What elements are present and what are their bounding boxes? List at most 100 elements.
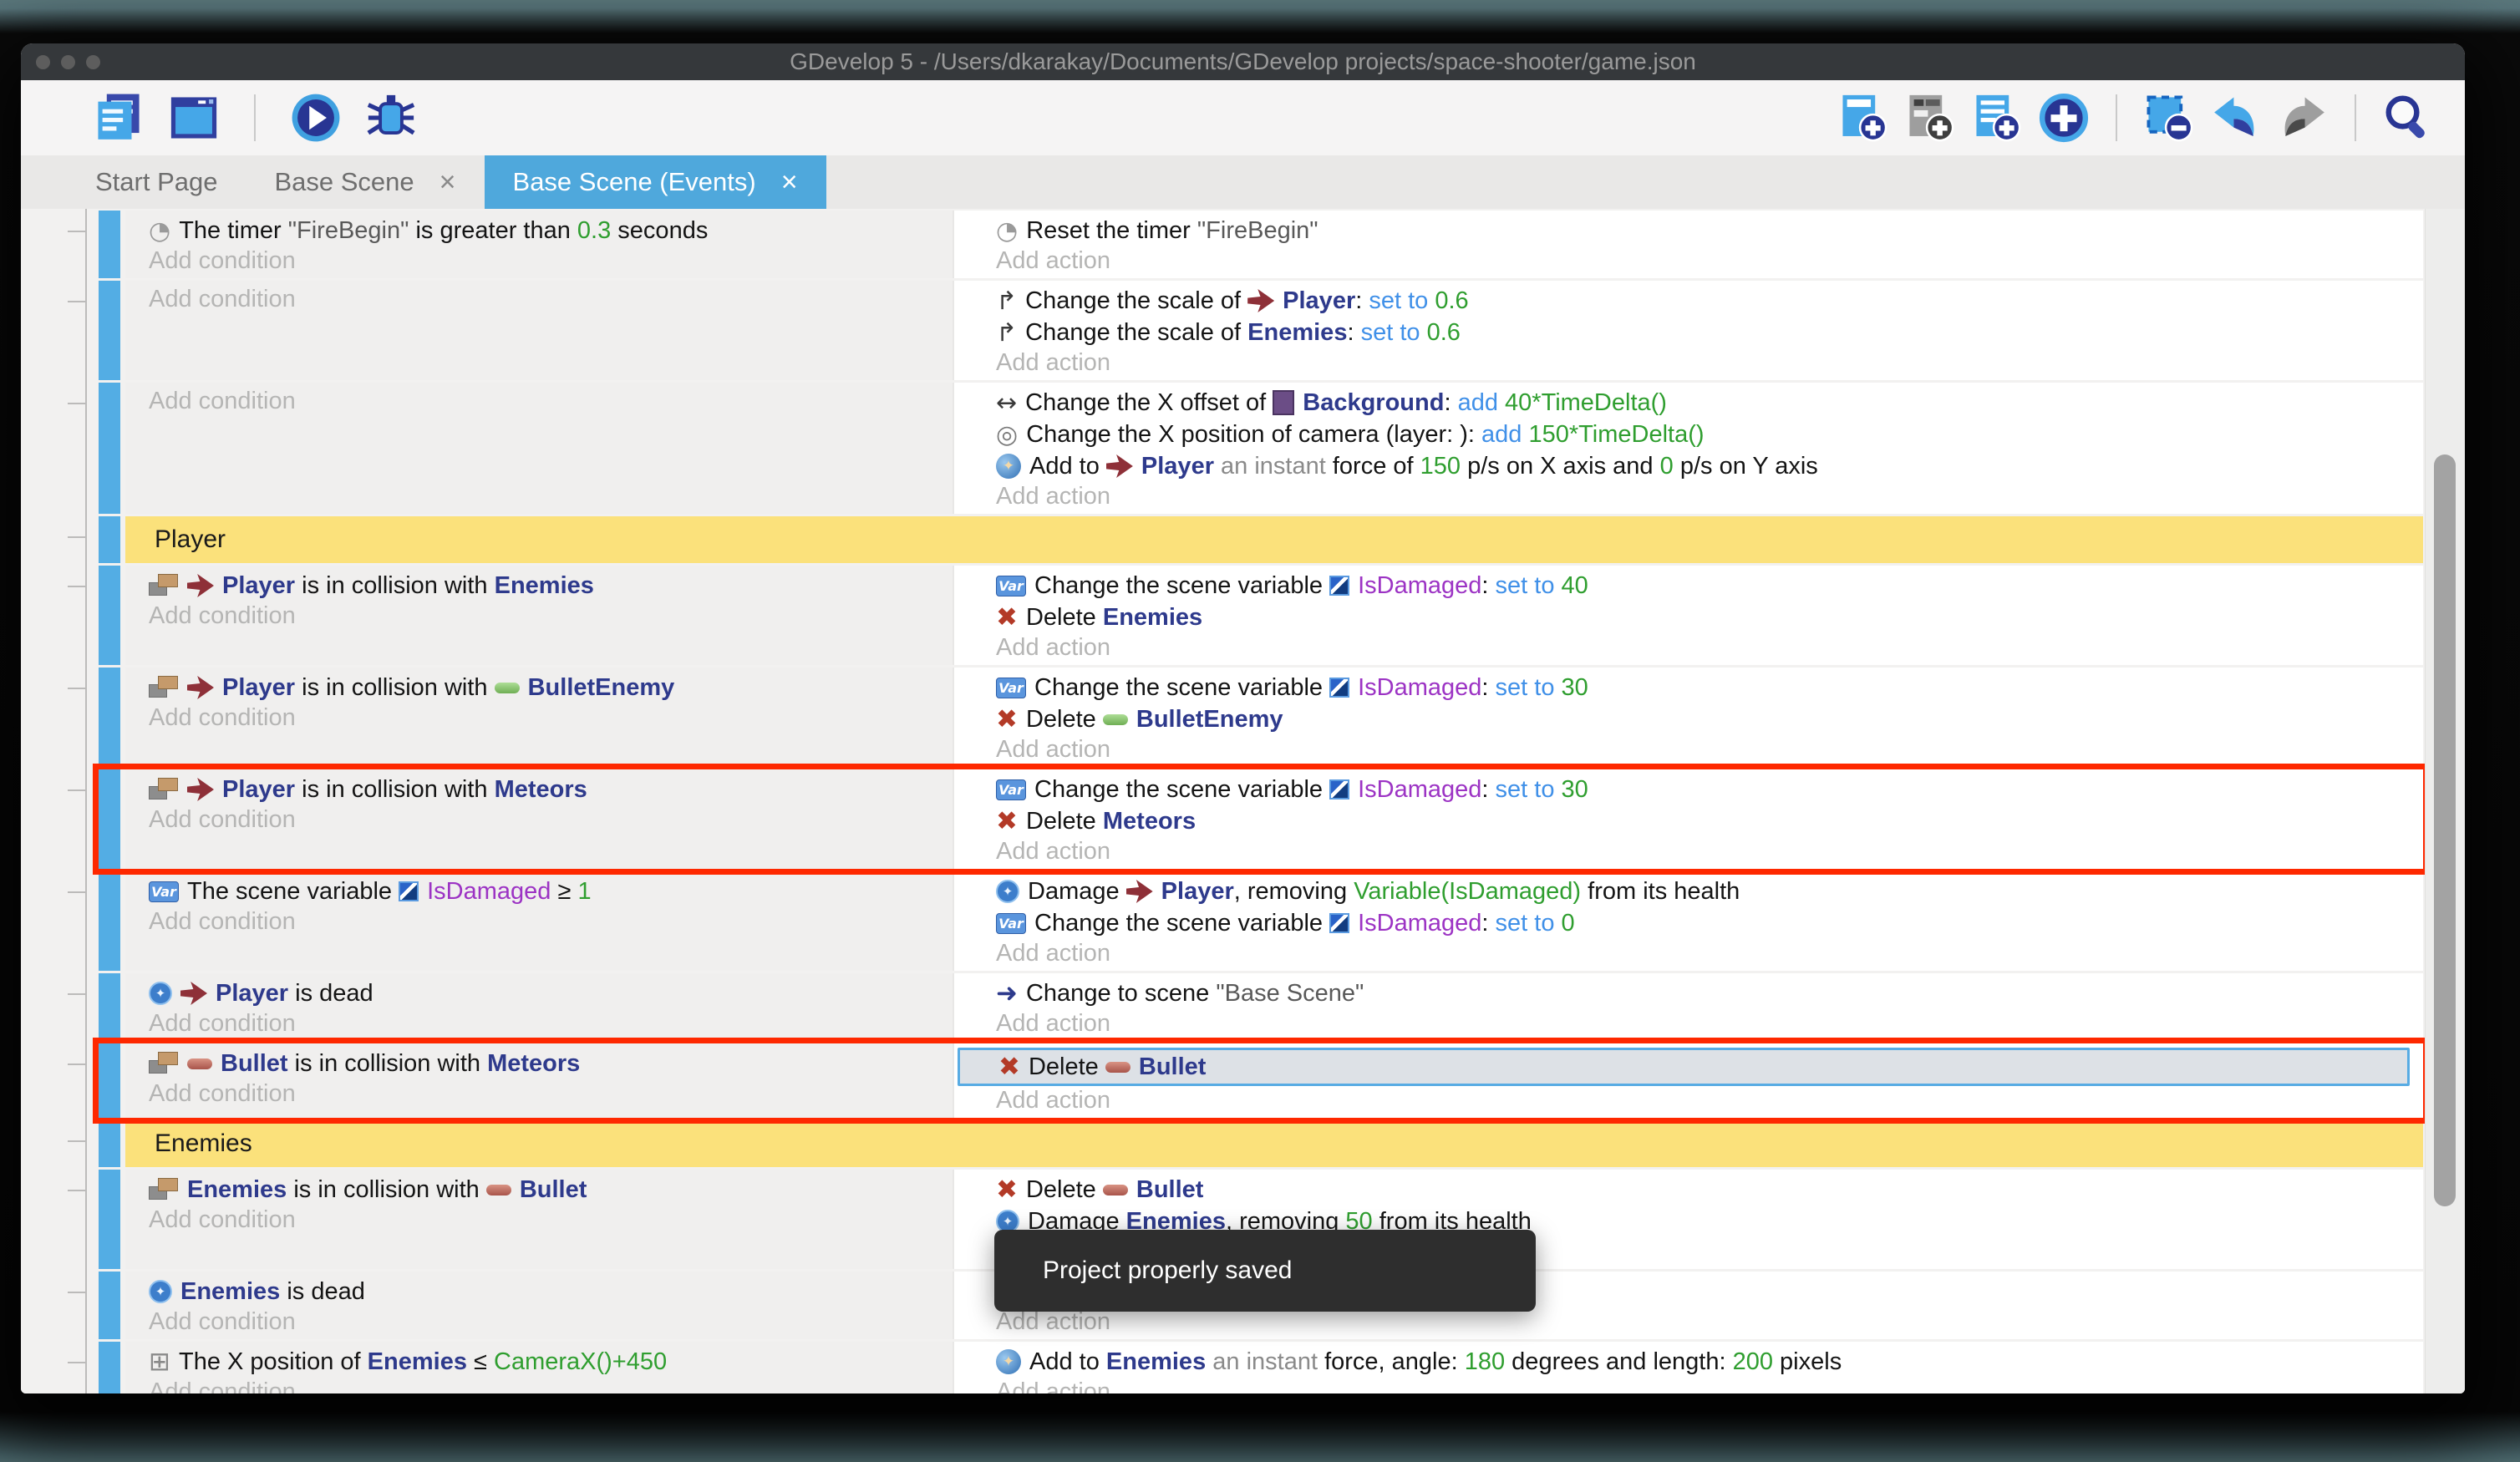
event-selection-bar[interactable] [99,668,120,767]
actions-panel[interactable]: VarChange the scene variable IsDamaged: … [953,566,2423,665]
actions-panel[interactable]: ✦Add to Enemies an instant force, angle:… [953,1342,2423,1393]
conditions-panel[interactable]: Player is in collision with BulletEnemyA… [125,668,953,767]
event-selection-bar[interactable] [99,1043,120,1118]
redo-icon[interactable] [2276,91,2329,145]
actions-panel[interactable]: ✦Damage Player, removing Variable(IsDama… [953,871,2423,971]
event-selection-bar[interactable] [99,1170,120,1269]
event-selection-bar[interactable] [99,871,120,971]
search-icon[interactable] [2381,91,2435,145]
vertical-scrollbar[interactable] [2425,209,2465,1393]
action-line[interactable]: VarChange the scene variable IsDamaged: … [996,672,2415,703]
action-line[interactable]: ↔Change the X offset of Background: add … [996,387,2415,419]
add-condition-link[interactable]: Add condition [149,1206,944,1234]
conditions-panel[interactable]: ◔The timer "FireBegin" is greater than 0… [125,211,953,278]
window-controls[interactable] [36,55,100,69]
condition-line[interactable]: Player is in collision with BulletEnemy [149,672,944,703]
add-subevent-icon[interactable] [1970,91,2024,145]
event-selection-bar[interactable] [99,383,120,514]
add-condition-link[interactable]: Add condition [149,1378,944,1393]
action-line[interactable]: VarChange the scene variable IsDamaged: … [996,774,2415,805]
undo-icon[interactable] [2209,91,2263,145]
add-condition-link[interactable]: Add condition [149,387,944,415]
delete-selection-icon[interactable] [2142,91,2196,145]
condition-line[interactable]: ✦Enemies is dead [149,1276,944,1307]
add-condition-link[interactable]: Add condition [149,285,944,313]
event-selection-bar[interactable] [99,1120,120,1167]
tab-start-page[interactable]: Start Page [67,155,246,209]
event-selection-bar[interactable] [99,769,120,869]
add-condition-link[interactable]: Add condition [149,246,944,275]
tab-base-scene[interactable]: Base Scene× [246,155,484,209]
conditions-panel[interactable]: Bullet is in collision with MeteorsAdd c… [125,1043,953,1118]
event-selection-bar[interactable] [99,516,120,563]
group-header[interactable]: Player [125,516,2423,563]
project-manager-icon[interactable] [92,91,145,145]
actions-panel[interactable]: ◔Reset the timer "FireBegin"Add action [953,211,2423,278]
selected-action-line[interactable]: ✖Delete Bullet [958,1048,2410,1086]
add-condition-link[interactable]: Add condition [149,1009,944,1038]
actions-panel[interactable]: ↔Change the X offset of Background: add … [953,383,2423,514]
event-selection-bar[interactable] [99,1342,120,1393]
condition-line[interactable]: ✦Player is dead [149,977,944,1009]
group-header[interactable]: Enemies [125,1120,2423,1167]
add-comment-icon[interactable] [1903,91,1957,145]
action-line[interactable]: ✖Delete Bullet [996,1174,2415,1206]
add-circle-icon[interactable] [2037,91,2091,145]
add-action-link[interactable]: Add action [996,348,2415,377]
scrollbar-thumb[interactable] [2434,454,2456,1206]
add-event-icon[interactable] [1837,91,1890,145]
condition-line[interactable]: Player is in collision with Enemies [149,570,944,602]
add-condition-link[interactable]: Add condition [149,1307,944,1336]
action-line[interactable]: ↱Change the scale of Player: set to 0.6 [996,285,2415,317]
action-line[interactable]: ✦Add to Player an instant force of 150 p… [996,450,2415,482]
event-selection-bar[interactable] [99,973,120,1041]
event-selection-bar[interactable] [99,566,120,665]
condition-line[interactable]: ⊞The X position of Enemies ≤ CameraX()+4… [149,1346,944,1378]
action-line[interactable]: VarChange the scene variable IsDamaged: … [996,570,2415,602]
minimize-window-icon[interactable] [61,55,75,69]
add-condition-link[interactable]: Add condition [149,907,944,936]
add-condition-link[interactable]: Add condition [149,602,944,630]
action-line[interactable]: ✖Delete BulletEnemy [996,703,2415,735]
add-action-link[interactable]: Add action [996,1378,2415,1393]
condition-line[interactable]: Bullet is in collision with Meteors [149,1048,944,1079]
add-action-link[interactable]: Add action [996,735,2415,764]
add-action-link[interactable]: Add action [996,482,2415,510]
actions-panel[interactable]: VarChange the scene variable IsDamaged: … [953,668,2423,767]
add-action-link[interactable]: Add action [996,837,2415,866]
maximize-window-icon[interactable] [86,55,100,69]
event-selection-bar[interactable] [99,281,120,380]
tab-base-scene-events[interactable]: Base Scene (Events)× [485,155,826,209]
add-action-link[interactable]: Add action [996,1307,2415,1336]
action-line[interactable]: ↱Change the scale of Enemies: set to 0.6 [996,317,2415,348]
conditions-panel[interactable]: ✦Player is deadAdd condition [125,973,953,1041]
condition-line[interactable]: VarThe scene variable IsDamaged ≥ 1 [149,876,944,907]
conditions-panel[interactable]: Player is in collision with EnemiesAdd c… [125,566,953,665]
event-selection-bar[interactable] [99,211,120,278]
tab-close-icon[interactable]: × [781,168,798,196]
actions-panel[interactable]: ↱Change the scale of Player: set to 0.6↱… [953,281,2423,380]
action-line[interactable]: ✖Delete Enemies [996,602,2415,633]
action-line[interactable]: ✦Damage Player, removing Variable(IsDama… [996,876,2415,907]
action-line[interactable]: VarChange the scene variable IsDamaged: … [996,907,2415,939]
action-line[interactable]: ◎Change the X position of camera (layer:… [996,419,2415,450]
add-action-link[interactable]: Add action [996,633,2415,662]
scene-editor-icon[interactable] [167,91,221,145]
conditions-panel[interactable]: Add condition [125,383,953,514]
condition-line[interactable]: ◔The timer "FireBegin" is greater than 0… [149,215,944,246]
action-line[interactable]: ➜Change to scene "Base Scene" [996,977,2415,1009]
add-condition-link[interactable]: Add condition [149,703,944,732]
action-line[interactable]: ◔Reset the timer "FireBegin" [996,215,2415,246]
conditions-panel[interactable]: Enemies is in collision with BulletAdd c… [125,1170,953,1269]
conditions-panel[interactable]: Add condition [125,281,953,380]
event-selection-bar[interactable] [99,1272,120,1339]
condition-line[interactable]: Player is in collision with Meteors [149,774,944,805]
action-line[interactable]: ✖Delete Meteors [996,805,2415,837]
conditions-panel[interactable]: VarThe scene variable IsDamaged ≥ 1Add c… [125,871,953,971]
debug-icon[interactable] [364,91,418,145]
add-action-link[interactable]: Add action [996,246,2415,275]
condition-line[interactable]: Enemies is in collision with Bullet [149,1174,944,1206]
play-icon[interactable] [289,91,343,145]
actions-panel[interactable]: VarChange the scene variable IsDamaged: … [953,769,2423,869]
add-action-link[interactable]: Add action [996,1009,2415,1038]
